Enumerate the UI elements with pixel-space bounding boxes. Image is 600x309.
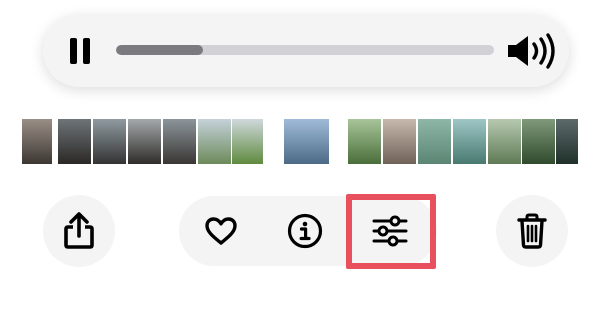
- playback-progress-fill: [116, 45, 203, 55]
- thumbnail-photo-concert-crowd-1[interactable]: [58, 119, 91, 164]
- trash-icon: [517, 213, 547, 249]
- heart-icon: [205, 217, 237, 245]
- thumbnail-photo-concert-stage-1[interactable]: [93, 119, 126, 164]
- thumbnail-photo-hillside-1[interactable]: [198, 119, 231, 164]
- thumbnail-photo-selfie-2[interactable]: [418, 119, 451, 164]
- delete-button[interactable]: [496, 195, 568, 267]
- thumbnail-photo-selfie-3[interactable]: [453, 119, 486, 164]
- share-button[interactable]: [43, 195, 115, 267]
- playback-progress-scrubber[interactable]: [116, 45, 494, 55]
- thumbnail-photo-concert-edge[interactable]: [22, 119, 52, 164]
- thumbnail-photo-selfie-1[interactable]: [383, 119, 416, 164]
- pause-icon-bar-left: [70, 38, 77, 64]
- thumbnail-photo-field[interactable]: [488, 119, 521, 164]
- info-button[interactable]: [270, 196, 340, 266]
- favorite-button[interactable]: [186, 196, 256, 266]
- speaker-wave-icon: [508, 33, 555, 69]
- thumbnail-photo-hillside-2[interactable]: [232, 119, 263, 164]
- info-icon: [287, 213, 323, 249]
- pause-icon-bar-right: [83, 38, 90, 64]
- adjust-button[interactable]: [355, 196, 425, 266]
- volume-button[interactable]: [506, 33, 558, 69]
- pause-button[interactable]: [66, 36, 94, 66]
- share-icon: [64, 212, 94, 249]
- thumbnail-photo-night-trees[interactable]: [556, 119, 578, 164]
- thumbnail-photo-bridge[interactable]: [284, 119, 329, 164]
- photo-thumbnail-strip[interactable]: [0, 119, 600, 165]
- sliders-icon: [372, 215, 408, 247]
- thumbnail-photo-trees[interactable]: [348, 119, 381, 164]
- thumbnail-photo-concert-stage-2[interactable]: [128, 119, 161, 164]
- thumbnail-photo-forest[interactable]: [522, 119, 555, 164]
- thumbnail-photo-concert-stage-3[interactable]: [163, 119, 196, 164]
